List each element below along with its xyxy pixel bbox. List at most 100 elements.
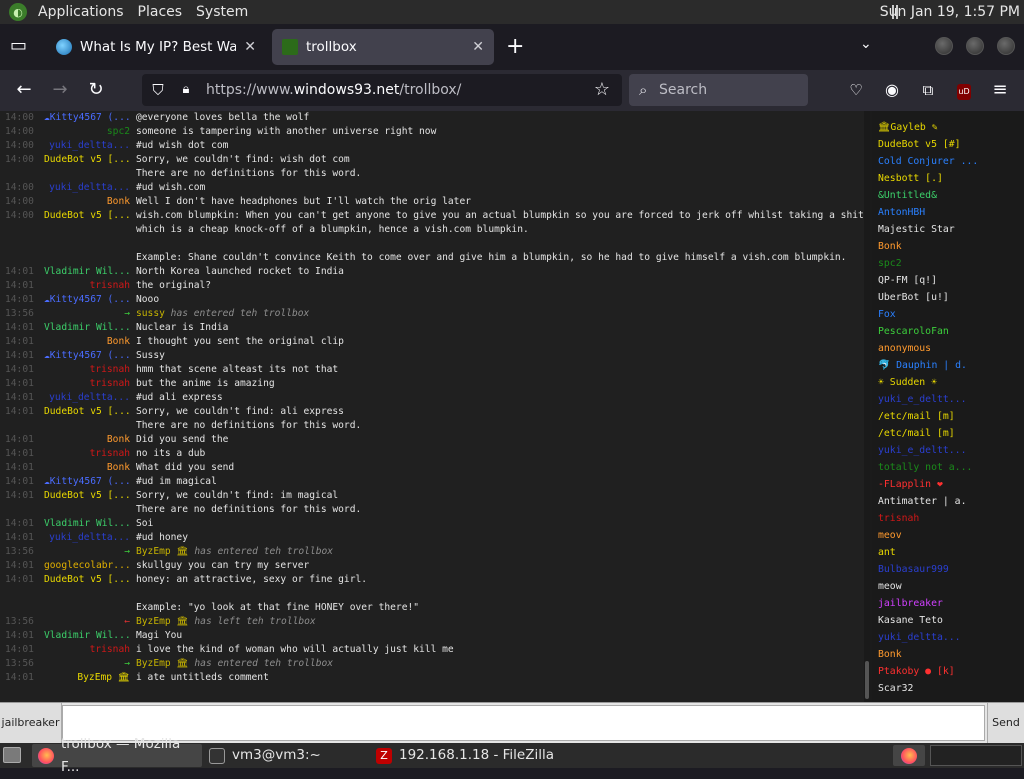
url-text[interactable]: https://www.windows93.net/trollbox/ [206,82,461,98]
send-button[interactable]: Send [987,703,1024,743]
message-nick[interactable]: DudeBot v5 [... [44,573,130,587]
user-list-item[interactable]: yuki_e_deltt... [872,391,1024,408]
message-nick[interactable]: ☁Kitty4567 (... [44,349,130,363]
user-list-item[interactable]: anonymous [872,340,1024,357]
pocket-icon[interactable]: ♡ [844,80,868,100]
task-filezilla[interactable]: Z 192.168.1.18 - FileZilla [370,744,590,767]
event-user[interactable]: ByzEmp 🏛 [136,546,189,557]
message-nick[interactable]: ☁Kitty4567 (... [44,111,130,125]
extensions-puzzle-icon[interactable]: ⧉ [916,80,940,100]
workspace-switcher[interactable] [930,745,1022,766]
event-user[interactable]: ByzEmp 🏛 [136,616,189,627]
user-list-item[interactable]: Kasane Teto [872,612,1024,629]
message-nick[interactable]: Vladimir Wil... [44,517,130,531]
user-list-item[interactable]: trisnah [872,510,1024,527]
applications-menu[interactable]: Applications [31,0,131,24]
close-tab-icon[interactable]: ✕ [472,39,484,55]
chat-scrollbar[interactable] [864,111,870,702]
message-nick[interactable]: spc2 [44,125,130,139]
hamburger-menu-icon[interactable]: ≡ [988,80,1012,100]
user-list-item[interactable]: Scar32 [872,680,1024,697]
tab-trollbox[interactable]: trollbox ✕ [272,29,494,65]
message-nick[interactable]: DudeBot v5 [... [44,153,130,167]
user-list-item[interactable]: jailbreaker [872,595,1024,612]
list-tabs-chevron-icon[interactable]: ⌄ [860,36,872,52]
user-list-item[interactable]: meov [872,527,1024,544]
user-list-item[interactable]: meow [872,578,1024,595]
message-nick[interactable]: ← [44,615,130,629]
account-icon[interactable]: ◉ [880,80,904,100]
message-nick[interactable]: trisnah [44,643,130,657]
message-nick[interactable]: trisnah [44,377,130,391]
reload-icon[interactable]: ↻ [84,80,108,100]
close-tab-icon[interactable]: ✕ [244,39,256,55]
event-user[interactable]: sussy [136,308,165,319]
message-nick[interactable]: Bonk [44,335,130,349]
tab-whatismyip[interactable]: What Is My IP? Best Way To ✕ [46,29,266,65]
user-list-item[interactable]: /etc/mail [m] [872,425,1024,442]
url-bar[interactable]: ⛉ 🔒︎ https://www.windows93.net/trollbox/… [142,74,622,106]
message-nick[interactable]: ByzEmp 🏛 [44,671,130,685]
user-list-item[interactable]: Bonk [872,238,1024,255]
user-list-item[interactable]: Antimatter | a. [872,493,1024,510]
maximize-window-icon[interactable] [966,37,984,55]
message-nick[interactable]: Vladimir Wil... [44,265,130,279]
user-list-item[interactable]: QP-FM [q!] [872,272,1024,289]
message-nick[interactable]: yuki_deltta... [44,531,130,545]
user-list-item[interactable]: &Untitled& [872,187,1024,204]
user-list-item[interactable]: /etc/mail [m] [872,408,1024,425]
minimize-window-icon[interactable] [935,37,953,55]
message-nick[interactable]: googlecolabr... [44,559,130,573]
message-nick[interactable]: → [44,307,130,321]
show-desktop-icon[interactable] [3,747,21,763]
firefox-view-icon[interactable]: ▭ [10,35,27,56]
message-nick[interactable]: trisnah [44,279,130,293]
search-bar[interactable]: ⌕ Search [629,74,808,106]
message-nick[interactable]: Vladimir Wil... [44,629,130,643]
user-list-item[interactable]: spc2 [872,255,1024,272]
lock-icon[interactable]: 🔒︎ [174,80,198,100]
message-nick[interactable]: → [44,545,130,559]
user-list-item[interactable]: Bulbasaur999 [872,561,1024,578]
message-nick[interactable]: Bonk [44,195,130,209]
clock[interactable]: Sun Jan 19, 1:57 PM [880,0,1020,24]
user-list-item[interactable]: yuki_e_deltt... [872,442,1024,459]
message-nick[interactable]: DudeBot v5 [... [44,405,130,419]
message-nick[interactable]: ☁Kitty4567 (... [44,475,130,489]
user-list-item[interactable]: yuki_deltta... [872,629,1024,646]
user-list[interactable]: 🏛Gayleb ✎ DudeBot v5 [#] Cold Conjurer ...… [872,111,1024,702]
user-list-item[interactable]: Nesbott [.] [872,170,1024,187]
forward-arrow-icon[interactable]: → [48,80,72,100]
user-list-item[interactable]: Bonk [872,646,1024,663]
user-list-item[interactable]: Ptakoby ● [k] [872,663,1024,680]
back-arrow-icon[interactable]: ← [12,80,36,100]
message-nick[interactable]: → [44,657,130,671]
message-nick[interactable]: ☁Kitty4567 (... [44,293,130,307]
event-user[interactable]: ByzEmp 🏛 [136,658,189,669]
user-list-item[interactable]: DudeBot v5 [#] [872,136,1024,153]
distro-logo-icon[interactable]: ◐ [9,3,27,21]
ublock-icon[interactable]: uD [952,80,976,100]
message-nick[interactable]: Bonk [44,461,130,475]
workspace-firefox-icon[interactable] [893,745,925,766]
shield-icon[interactable]: ⛉ [146,80,170,100]
message-nick[interactable]: DudeBot v5 [... [44,209,130,223]
message-nick[interactable]: trisnah [44,447,130,461]
message-nick[interactable]: yuki_deltta... [44,139,130,153]
bookmark-star-icon[interactable]: ☆ [590,80,614,100]
user-list-item[interactable]: ant [872,544,1024,561]
message-nick[interactable]: Bonk [44,433,130,447]
user-list-item[interactable]: PescaroloFan [872,323,1024,340]
current-nick[interactable]: jailbreaker [0,703,62,743]
user-list-item[interactable]: AntonHBH [872,204,1024,221]
message-nick[interactable]: DudeBot v5 [... [44,489,130,503]
message-nick[interactable]: yuki_deltta... [44,391,130,405]
user-list-item[interactable]: totally not a... [872,459,1024,476]
task-firefox[interactable]: trollbox — Mozilla F... [32,736,202,775]
user-list-item[interactable]: Cold Conjurer ... [872,153,1024,170]
new-tab-icon[interactable]: + [506,34,524,59]
user-list-item[interactable]: Majestic Star [872,221,1024,238]
user-list-item[interactable]: Fox [872,306,1024,323]
user-list-item[interactable]: 🏛Gayleb ✎ [872,119,1024,136]
user-list-item[interactable]: ☀ Sudden ☀ [872,374,1024,391]
